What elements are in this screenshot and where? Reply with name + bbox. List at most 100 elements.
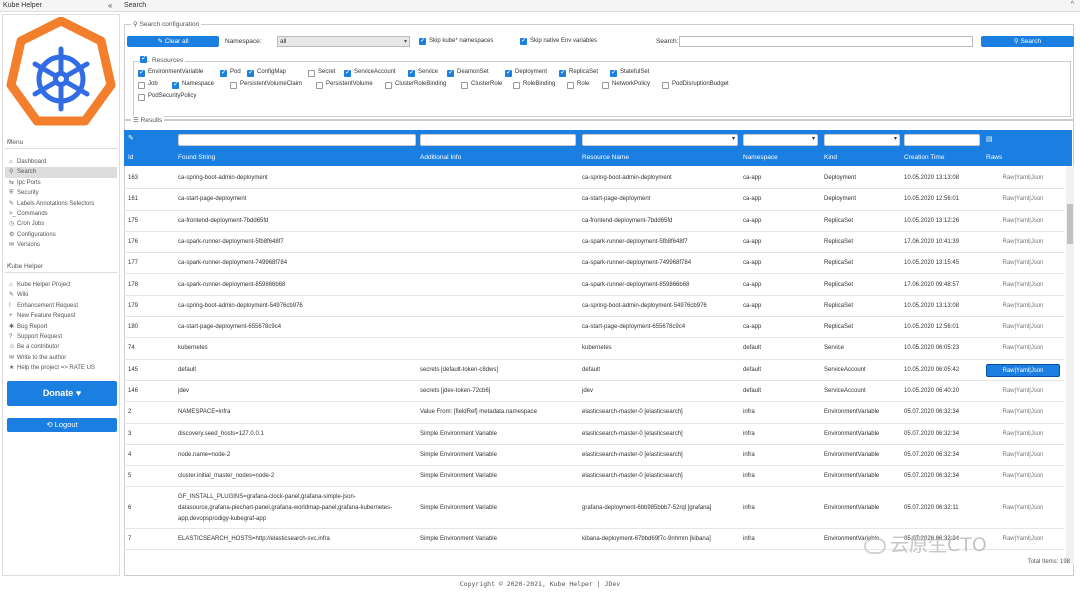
raw-yaml-json-link[interactable]: Raw|Yaml|Json: [986, 232, 1060, 253]
skip-kube-checkbox[interactable]: [419, 36, 426, 45]
scrollbar-thumb[interactable]: [1067, 204, 1073, 244]
resource-checkbox[interactable]: [308, 70, 315, 77]
table-row[interactable]: 180 ca-start-page-deployment-655678c9c4 ca…: [124, 317, 1064, 339]
raw-yaml-json-link[interactable]: Raw|Yaml|Json: [986, 317, 1060, 338]
menu-item-support[interactable]: ? Support Request: [5, 332, 117, 342]
menu-item-ipc-ports[interactable]: ⇆ Ipc Ports: [5, 178, 117, 188]
resource-checkbox[interactable]: [385, 82, 392, 89]
col-namespace[interactable]: Namespace: [743, 154, 778, 161]
collapse-panel-icon[interactable]: ^: [1071, 1, 1074, 8]
raw-yaml-json-link[interactable]: Raw|Yaml|Json: [986, 445, 1060, 466]
col-resource-name[interactable]: Resource Name: [582, 154, 629, 161]
table-row[interactable]: 178 ca-spark-runner-deployment-859866b68 c…: [124, 275, 1064, 296]
chevron-up-icon[interactable]: ⌃: [7, 138, 114, 146]
table-row[interactable]: 175 ca-frontend-deployment-7bdd65fd ca-fro…: [124, 211, 1064, 232]
table-row[interactable]: 6 GF_INSTALL_PLUGINS=grafana-clock-panel,…: [124, 488, 1064, 529]
menu-item-wiki[interactable]: ✎ Wiki: [5, 290, 117, 300]
table-row[interactable]: 4 node.name=node-2 Simple Environment Vari…: [124, 445, 1064, 467]
table-row[interactable]: 176 ca-spark-runner-deployment-5fb8f648f7…: [124, 232, 1064, 254]
skip-env-checkbox[interactable]: [520, 36, 527, 45]
col-raws[interactable]: Raws: [986, 154, 1002, 161]
menu-item-project[interactable]: ⌂ Kube Helper Project: [5, 280, 117, 290]
resource-checkbox[interactable]: [247, 68, 254, 77]
filter-additional-info[interactable]: [420, 134, 576, 146]
menu-item-versions[interactable]: ✉ Versions: [5, 240, 117, 250]
search-input[interactable]: [679, 36, 973, 47]
raw-yaml-json-link[interactable]: Raw|Yaml|Json: [986, 253, 1060, 274]
menu-item-write-author[interactable]: ✉ Write to the author: [5, 353, 117, 363]
menu-item-dashboard[interactable]: ⌂ Dashboard: [5, 157, 117, 167]
resource-checkbox[interactable]: [172, 80, 179, 89]
menu-item-labels[interactable]: ✎ Labels Annotations Selectors: [5, 199, 117, 209]
table-row[interactable]: 177 ca-spark-runner-deployment-749968f784…: [124, 253, 1064, 275]
table-row[interactable]: 2 NAMESPACE=infra Value From: [fieldRef] m…: [124, 402, 1064, 424]
logout-button[interactable]: ⟲ Logout: [7, 418, 117, 432]
raw-yaml-json-link[interactable]: Raw|Yaml|Json: [986, 211, 1060, 232]
clear-all-button[interactable]: ✎ Clear all: [127, 36, 219, 47]
resource-checkbox[interactable]: [344, 68, 351, 77]
search-button[interactable]: ⚲ Search: [981, 36, 1074, 47]
menu-item-bug[interactable]: ✱ Bug Report: [5, 322, 117, 332]
filter-settings-icon[interactable]: ✎: [128, 134, 134, 142]
menu-item-configurations[interactable]: ⚙ Configurations: [5, 230, 117, 240]
col-found-string[interactable]: Found String: [178, 154, 215, 161]
resource-checkbox[interactable]: [316, 82, 323, 89]
menu-item-security[interactable]: ⛨ Security: [5, 188, 117, 198]
filter-found-string[interactable]: [178, 134, 416, 146]
resource-checkbox[interactable]: [138, 68, 145, 77]
resource-checkbox[interactable]: [662, 82, 669, 89]
raw-yaml-json-link[interactable]: Raw|Yaml|Json: [986, 424, 1060, 445]
menu-item-cron-jobs[interactable]: ◷ Cron Jobs: [5, 219, 117, 229]
table-row[interactable]: 5 cluster.initial_master_nodes=node-2 Simp…: [124, 466, 1064, 488]
menu-item-rate[interactable]: ★ Help the project => RATE US: [5, 363, 117, 373]
table-row[interactable]: 161 ca-start-page-deployment ca-start-page…: [124, 189, 1064, 211]
raw-yaml-json-link[interactable]: Raw|Yaml|Json: [986, 402, 1060, 423]
resource-checkbox[interactable]: [567, 82, 574, 89]
col-additional-info[interactable]: Additional Info: [420, 154, 461, 161]
resource-checkbox[interactable]: [602, 82, 609, 89]
filter-resource-name[interactable]: ▾: [582, 134, 738, 146]
menu-item-contributor[interactable]: ☺ Be a contributor: [5, 342, 117, 352]
resource-checkbox[interactable]: [138, 82, 145, 89]
resource-checkbox[interactable]: [610, 68, 617, 77]
resource-checkbox[interactable]: [447, 68, 454, 77]
menu-item-enhancement[interactable]: ! Enhancement Request: [5, 301, 117, 311]
raw-yaml-json-link[interactable]: Raw|Yaml|Json: [986, 338, 1060, 359]
menu-item-feature[interactable]: + New Feature Request: [5, 311, 117, 321]
collapse-sidebar-icon[interactable]: «: [108, 1, 112, 10]
table-row[interactable]: 163 ca-spring-boot-admin-deployment ca-spr…: [124, 168, 1064, 190]
resources-all-checkbox[interactable]: [140, 54, 147, 63]
namespace-select[interactable]: all ▾: [277, 36, 410, 47]
filter-creation-time[interactable]: [904, 134, 980, 146]
resource-checkbox[interactable]: [461, 82, 468, 89]
raw-yaml-json-link[interactable]: Raw|Yaml|Json: [986, 275, 1060, 296]
menu-header[interactable]: Menu ⌃: [5, 137, 117, 149]
kube-helper-header[interactable]: Kube Helper ⌃: [5, 261, 117, 273]
col-id[interactable]: Id: [128, 154, 133, 161]
raw-yaml-json-link[interactable]: Raw|Yaml|Json: [986, 363, 1060, 377]
resource-checkbox[interactable]: [220, 68, 227, 77]
raw-yaml-json-link[interactable]: Raw|Yaml|Json: [986, 381, 1060, 402]
resource-checkbox[interactable]: [513, 82, 520, 89]
filter-namespace[interactable]: ▾: [743, 134, 818, 146]
menu-item-commands[interactable]: >_Commands: [5, 209, 117, 219]
raw-yaml-json-link[interactable]: Raw|Yaml|Json: [986, 488, 1060, 529]
export-icon[interactable]: ▤: [986, 135, 993, 143]
table-row[interactable]: 179 ca-spring-boot-admin-deployment-54976…: [124, 296, 1064, 318]
raw-yaml-json-link[interactable]: Raw|Yaml|Json: [986, 466, 1060, 487]
table-row[interactable]: 145 default secrets [default-token-c8dws] d…: [124, 360, 1064, 381]
filter-kind[interactable]: ▾: [824, 134, 900, 146]
table-row[interactable]: 3 discovery.seed_hosts=127.0.0.1 Simple En…: [124, 424, 1064, 445]
raw-yaml-json-link[interactable]: Raw|Yaml|Json: [986, 189, 1060, 210]
resource-checkbox[interactable]: [408, 68, 415, 77]
col-kind[interactable]: Kind: [824, 154, 837, 161]
resource-checkbox[interactable]: [230, 82, 237, 89]
raw-yaml-json-link[interactable]: Raw|Yaml|Json: [986, 168, 1060, 189]
resource-checkbox[interactable]: [138, 94, 145, 101]
resource-checkbox[interactable]: [559, 68, 566, 77]
results-scrollbar[interactable]: [1066, 166, 1074, 564]
table-row[interactable]: 74 kubernetes kubernetes default Service 10.0…: [124, 338, 1064, 360]
table-row[interactable]: 146 jdev secrets [jdev-token-72cb6] jdev def…: [124, 381, 1064, 403]
raw-yaml-json-link[interactable]: Raw|Yaml|Json: [986, 296, 1060, 317]
resource-checkbox[interactable]: [505, 68, 512, 77]
